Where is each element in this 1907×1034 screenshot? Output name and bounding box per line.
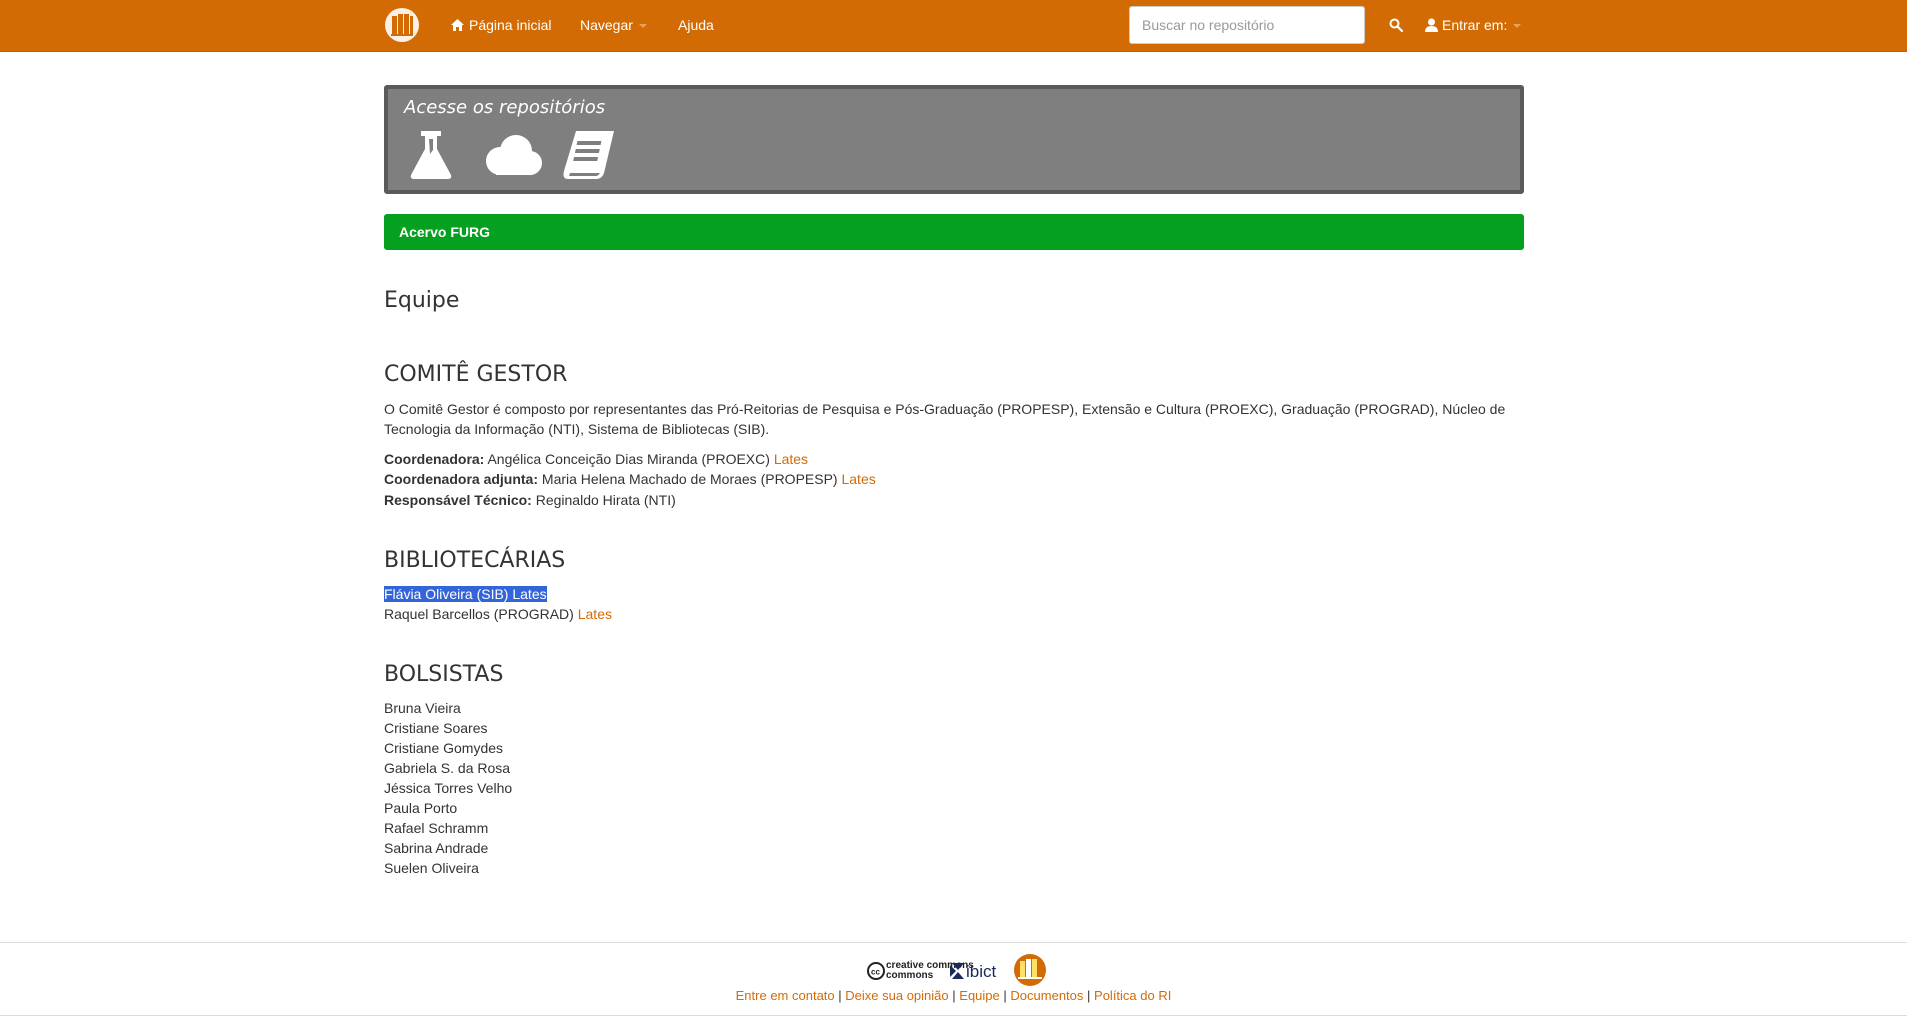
page-title: Equipe bbox=[384, 288, 460, 313]
nav-browse-label: Navegar bbox=[580, 17, 633, 33]
footer-link-contact[interactable]: Entre em contato bbox=[736, 988, 835, 1003]
lattes-link[interactable]: Lates bbox=[841, 471, 875, 487]
member-row: Coordenadora adjunta: Maria Helena Macha… bbox=[384, 469, 876, 489]
breadcrumb: Acervo FURG bbox=[384, 214, 1524, 250]
chevron-down-icon bbox=[1513, 24, 1522, 28]
repository-logo-icon[interactable] bbox=[384, 7, 420, 43]
top-navbar: Página inicial Navegar Ajuda Entrar em: bbox=[0, 0, 1907, 52]
search-icon bbox=[1389, 18, 1403, 32]
member-name: Raquel Barcellos (PROGRAD) bbox=[384, 606, 574, 622]
member-row: Responsável Técnico: Reginaldo Hirata (N… bbox=[384, 490, 676, 510]
login-label: Entrar em: bbox=[1442, 17, 1508, 33]
search-input[interactable] bbox=[1129, 6, 1365, 44]
login-dropdown[interactable]: Entrar em: bbox=[1425, 0, 1522, 53]
list-item: Bruna Vieira bbox=[384, 700, 461, 716]
separator: | bbox=[1003, 988, 1007, 1003]
selected-text: Flávia Oliveira (SIB) Lates bbox=[384, 586, 547, 602]
cloud-icon[interactable] bbox=[482, 133, 544, 182]
footer-links: Entre em contato | Deixe sua opinião | E… bbox=[0, 988, 1907, 1003]
footer-link-feedback[interactable]: Deixe sua opinião bbox=[845, 988, 948, 1003]
user-icon bbox=[1425, 2, 1438, 53]
comite-description: O Comitê Gestor é composto por represent… bbox=[384, 401, 1506, 437]
list-item: Gabriela S. da Rosa bbox=[384, 760, 511, 776]
list-item: Suelen Oliveira bbox=[384, 860, 479, 876]
flask-icon[interactable] bbox=[406, 129, 456, 184]
lattes-link[interactable]: Lates bbox=[774, 451, 808, 467]
breadcrumb-item[interactable]: Acervo FURG bbox=[399, 214, 490, 250]
footer: cc creative commons commons ibict Entre … bbox=[0, 942, 1907, 1016]
list-item: Jéssica Torres Velho bbox=[384, 780, 513, 796]
list-item: Cristiane Gomydes bbox=[384, 740, 504, 756]
repositories-title: Acesse os repositórios bbox=[404, 97, 606, 118]
member-role: Responsável Técnico: bbox=[384, 492, 532, 508]
footer-link-team[interactable]: Equipe bbox=[959, 988, 999, 1003]
footer-logos: cc creative commons commons ibict bbox=[866, 953, 1046, 987]
footer-link-policy[interactable]: Política do RI bbox=[1094, 988, 1171, 1003]
member-name: Maria Helena Machado de Moraes (PROPESP) bbox=[541, 471, 838, 487]
nav-home-link[interactable]: Página inicial bbox=[450, 0, 552, 51]
chevron-down-icon bbox=[638, 24, 647, 28]
nav-browse-dropdown[interactable]: Navegar bbox=[580, 0, 647, 51]
lattes-link[interactable]: Lates bbox=[512, 586, 546, 602]
repository-logo-icon[interactable] bbox=[1014, 954, 1046, 986]
book-icon[interactable] bbox=[562, 129, 616, 184]
ibict-logo[interactable]: ibict bbox=[950, 962, 997, 981]
ibict-logo-text: ibict bbox=[966, 962, 997, 981]
search-button[interactable] bbox=[1378, 6, 1414, 44]
section-heading-comite: COMITÊ GESTOR bbox=[384, 362, 568, 387]
member-name: Flávia Oliveira (SIB) bbox=[384, 586, 509, 602]
member-row: Raquel Barcellos (PROGRAD) Lates bbox=[384, 604, 612, 624]
list-item: Rafael Schramm bbox=[384, 820, 489, 836]
section-heading-bibliotecarias: BIBLIOTECÁRIAS bbox=[384, 548, 566, 573]
nav-help-link[interactable]: Ajuda bbox=[678, 0, 714, 51]
home-icon bbox=[450, 2, 465, 53]
member-name: Reginaldo Hirata (NTI) bbox=[535, 492, 676, 508]
member-name: Angélica Conceição Dias Miranda (PROEXC) bbox=[487, 451, 770, 467]
section-heading-bolsistas: BOLSISTAS bbox=[384, 662, 504, 687]
member-role: Coordenadora adjunta: bbox=[384, 471, 539, 487]
repositories-panel: Acesse os repositórios bbox=[384, 85, 1524, 194]
separator: | bbox=[838, 988, 842, 1003]
list-item: Sabrina Andrade bbox=[384, 840, 489, 856]
member-role: Coordenadora: bbox=[384, 451, 485, 467]
separator: | bbox=[952, 988, 956, 1003]
lattes-link[interactable]: Lates bbox=[578, 606, 612, 622]
member-row: Coordenadora: Angélica Conceição Dias Mi… bbox=[384, 449, 808, 469]
separator: | bbox=[1087, 988, 1091, 1003]
member-row: Flávia Oliveira (SIB) Lates bbox=[384, 584, 547, 604]
nav-home-label: Página inicial bbox=[469, 17, 552, 33]
svg-text:cc: cc bbox=[871, 968, 880, 977]
footer-link-documents[interactable]: Documentos bbox=[1010, 988, 1083, 1003]
nav-help-label: Ajuda bbox=[678, 17, 714, 33]
list-item: Paula Porto bbox=[384, 800, 458, 816]
list-item: Cristiane Soares bbox=[384, 720, 488, 736]
svg-text:commons: commons bbox=[886, 970, 934, 981]
